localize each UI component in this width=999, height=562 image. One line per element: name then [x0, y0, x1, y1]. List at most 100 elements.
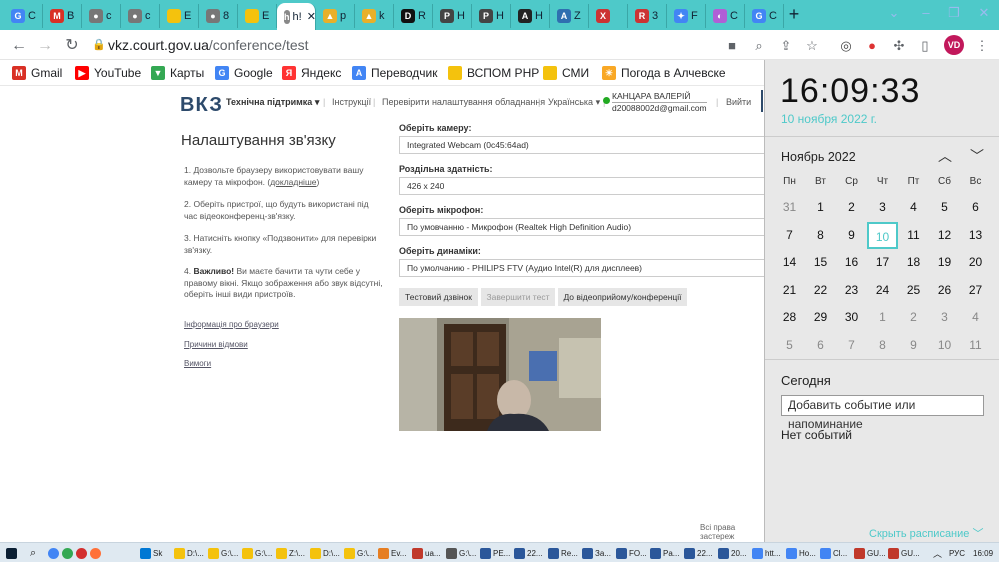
taskbar-app-button[interactable]: D:\... [174, 546, 204, 560]
taskbar-app-button[interactable]: G:\... [208, 546, 238, 560]
camera-select[interactable]: Integrated Webcam (0c45:64ad) [399, 136, 765, 154]
test-call-button[interactable]: Тестовий дзвінок [399, 288, 478, 306]
site-logo[interactable]: ВКЗ [180, 94, 223, 117]
browser-tab[interactable]: ✦ F [667, 4, 706, 28]
to-conference-button[interactable]: До відеоприйому/конференції [558, 288, 687, 306]
calendar-day[interactable]: 4 [898, 194, 929, 221]
reload-button[interactable]: ↻ [61, 35, 83, 57]
logout-link[interactable]: Вийти [726, 97, 751, 107]
taskbar-clock[interactable]: 16:09 [973, 546, 993, 560]
browser-tab[interactable]: GC [745, 4, 784, 28]
browser-tab[interactable]: AH [511, 4, 550, 28]
nav-instructions[interactable]: Інструкції [332, 97, 371, 107]
calendar-day[interactable]: 29 [805, 304, 836, 331]
next-month-icon[interactable]: ﹀ [970, 146, 984, 166]
calendar-day[interactable]: 31 [774, 194, 805, 221]
browser-tab[interactable]: ◐ C [706, 4, 745, 28]
calendar-day[interactable]: 30 [836, 304, 867, 331]
lock-icon[interactable]: 🔒 [92, 33, 106, 57]
camera-in-use-icon[interactable]: ■ [722, 36, 742, 56]
browser-tab[interactable]: MB [43, 4, 82, 28]
browser-tab[interactable]: ● c [82, 4, 121, 28]
browser-tab[interactable]: E [238, 4, 277, 28]
add-event-input[interactable]: Добавить событие или напоминание [781, 395, 984, 431]
taskbar-app-button[interactable]: Sk [140, 546, 162, 560]
calendar-day[interactable]: 3 [867, 194, 898, 221]
calendar-day[interactable]: 28 [774, 304, 805, 331]
start-button[interactable] [6, 546, 17, 560]
browser-tab[interactable]: ▲ k [355, 4, 394, 28]
browser-tab[interactable]: AZ [550, 4, 589, 28]
calendar-day[interactable]: 8 [805, 222, 836, 249]
puzzle-extensions-icon[interactable]: ✣ [889, 36, 909, 56]
language-select[interactable]: Українська ▾ [548, 97, 600, 108]
close-tab-icon[interactable]: ✕ [307, 10, 316, 23]
browser-tab[interactable]: GC [4, 4, 43, 28]
share-icon[interactable]: ⇪ [776, 36, 796, 56]
calendar-day[interactable]: 20 [960, 249, 991, 276]
browser-tab[interactable]: E [160, 4, 199, 28]
browser-info-link[interactable]: Інформація про браузери [184, 320, 279, 329]
bookmark-item[interactable]: A Переводчик [352, 64, 438, 82]
taskbar-app-button[interactable]: 20... [718, 546, 747, 560]
calendar-day[interactable]: 26 [929, 277, 960, 304]
taskbar-app-button[interactable]: htt... [752, 546, 781, 560]
firefox-icon[interactable] [90, 546, 101, 560]
taskbar-app-button[interactable]: D:\... [310, 546, 340, 560]
taskbar-app-button[interactable]: Cl... [820, 546, 847, 560]
bookmark-star-icon[interactable]: ☆ [802, 36, 822, 56]
taskbar-app-button[interactable]: PE... [480, 546, 510, 560]
avatar[interactable]: VD [944, 35, 964, 55]
browser-tab[interactable]: ▲ p [316, 4, 355, 28]
calendar-day[interactable]: 9 [836, 222, 867, 249]
calendar-day[interactable]: 24 [867, 277, 898, 304]
taskbar-app-button[interactable]: Z:\... [276, 546, 305, 560]
nav-check-equipment[interactable]: Перевірити налаштування обладнання [382, 97, 545, 107]
microphone-select[interactable]: По умовчанню - Микрофон (Realtek High De… [399, 218, 765, 236]
opera-icon[interactable] [76, 546, 87, 560]
taskbar-app-button[interactable]: Ev... [378, 546, 406, 560]
browser-tab[interactable]: DR [394, 4, 433, 28]
bookmark-item[interactable]: ▶ YouTube [75, 64, 141, 82]
taskbar-app-button[interactable]: G:\... [242, 546, 272, 560]
taskbar-app-button[interactable]: Re... [548, 546, 578, 560]
calendar-day[interactable]: 4 [960, 304, 991, 331]
more-details-link[interactable]: докладніше [270, 177, 316, 187]
calendar-day[interactable]: 14 [774, 249, 805, 276]
forward-button[interactable]: → [34, 35, 56, 57]
browser-tab[interactable]: R3 [628, 4, 667, 28]
calendar-month[interactable]: Ноябрь 2022 [781, 150, 856, 164]
chrome-icon[interactable] [62, 546, 73, 560]
back-button[interactable]: ← [8, 35, 30, 57]
calendar-day[interactable]: 2 [836, 194, 867, 221]
calendar-day[interactable]: 7 [836, 332, 867, 359]
clock-date[interactable]: 10 ноября 2022 г. [781, 112, 877, 126]
bookmark-item[interactable]: ☀ Погода в Алчевске [602, 64, 726, 82]
calendar-day[interactable]: 23 [836, 277, 867, 304]
calendar-day[interactable]: 5 [929, 194, 960, 221]
calendar-day[interactable]: 16 [836, 249, 867, 276]
bookmark-item[interactable]: ▼ Карты [151, 64, 204, 82]
taskbar-app-button[interactable]: 22... [514, 546, 543, 560]
calendar-day[interactable]: 22 [805, 277, 836, 304]
browser-tab[interactable]: h h! ✕ [277, 3, 316, 30]
calendar-day[interactable]: 25 [898, 277, 929, 304]
calendar-day[interactable]: 17 [867, 249, 898, 276]
minimize-button[interactable]: – [912, 2, 940, 26]
speakers-select[interactable]: По умолчанию - PHILIPS FTV (Аудио Intel(… [399, 259, 765, 277]
taskbar-app-button[interactable]: GU... [888, 546, 920, 560]
bookmark-item[interactable]: M Gmail [12, 64, 62, 82]
tray-chevron-icon[interactable]: ︿ [933, 546, 942, 560]
search-icon[interactable]: ⌕ [30, 546, 36, 560]
calendar-day[interactable]: 15 [805, 249, 836, 276]
browser-tab[interactable]: ● c [121, 4, 160, 28]
browser-tab[interactable]: ● 8 [199, 4, 238, 28]
calendar-day[interactable]: 27 [960, 277, 991, 304]
extension-icon[interactable]: ◎ [836, 36, 856, 56]
taskbar-app-button[interactable]: G:\... [344, 546, 374, 560]
bookmark-item[interactable]: Я Яндекс [282, 64, 341, 82]
calendar-day[interactable]: 8 [867, 332, 898, 359]
resolution-select[interactable]: 426 x 240 [399, 177, 765, 195]
calendar-day[interactable]: 19 [929, 249, 960, 276]
calendar-day[interactable]: 13 [960, 222, 991, 249]
